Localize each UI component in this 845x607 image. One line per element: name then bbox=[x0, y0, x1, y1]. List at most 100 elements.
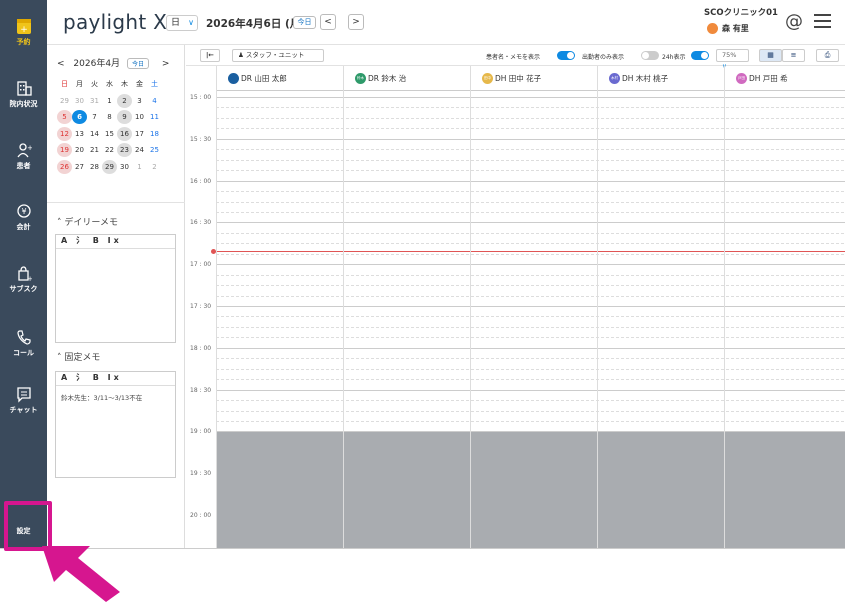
calendar-day[interactable]: 6 bbox=[72, 110, 87, 125]
calendar-day[interactable]: 29 bbox=[57, 94, 72, 108]
staff-unit-button[interactable]: ♟ スタッフ・ユニット bbox=[232, 49, 324, 62]
staff-name: DR 山田 太郎 bbox=[241, 74, 287, 83]
sidebar-item-patients[interactable]: + 患者 bbox=[0, 140, 47, 171]
calendar-day[interactable]: 28 bbox=[87, 160, 102, 174]
memo-toolbar[interactable]: A 氵 B Ix bbox=[56, 372, 175, 386]
calendar-day[interactable]: 7 bbox=[87, 110, 102, 124]
staff-column-header[interactable]: 木村 DH 木村 桃子 bbox=[597, 66, 724, 91]
next-day-button[interactable]: > bbox=[348, 14, 364, 30]
calendar-day[interactable]: 12 bbox=[57, 126, 72, 141]
view-mode-select[interactable]: 日 ∨ bbox=[166, 15, 198, 31]
h24-toggle[interactable] bbox=[691, 51, 709, 60]
calendar-day[interactable]: 17 bbox=[132, 127, 147, 141]
sidebar-item-clinic-status[interactable]: 院内状況 bbox=[0, 78, 47, 109]
calendar-day[interactable]: 3 bbox=[132, 94, 147, 108]
sidebar-item-call[interactable]: コール bbox=[0, 327, 47, 358]
calendar-day[interactable]: 15 bbox=[102, 127, 117, 141]
calendar-day[interactable]: 30 bbox=[117, 160, 132, 174]
today-button[interactable]: 今日 bbox=[293, 16, 316, 29]
sidebar-item-reservation[interactable]: + 予約 bbox=[0, 16, 47, 47]
list-view-button[interactable]: ≡ bbox=[782, 49, 805, 62]
calendar-day[interactable]: 20 bbox=[72, 143, 87, 157]
calendar-day[interactable]: 31 bbox=[87, 94, 102, 108]
cal-next-button[interactable]: > bbox=[162, 59, 170, 69]
time-label: 19 : 30 bbox=[190, 470, 212, 478]
time-label: 19 : 00 bbox=[190, 428, 212, 436]
time-label: 17 : 00 bbox=[190, 261, 212, 269]
mention-icon[interactable]: @ bbox=[785, 11, 803, 32]
calendar-day[interactable]: 22 bbox=[102, 143, 117, 157]
fixed-memo-editor[interactable]: A 氵 B Ix 鈴木先生：3/11〜3/13不在 bbox=[55, 371, 176, 478]
sidebar-item-subscription[interactable]: + サブスク bbox=[0, 263, 47, 294]
calendar-day[interactable]: 2 bbox=[147, 160, 162, 174]
calendar-day[interactable]: 29 bbox=[102, 159, 117, 174]
daily-memo-title-text: デイリーメモ bbox=[64, 218, 119, 228]
staff-column-header[interactable]: 田中 DH 田中 花子 bbox=[470, 66, 597, 91]
sidebar-item-chat[interactable]: チャット bbox=[0, 384, 47, 415]
sidebar-item-accounting[interactable]: ¥ 会計 bbox=[0, 201, 47, 232]
calendar-day[interactable]: 1 bbox=[132, 160, 147, 174]
quarter-line bbox=[216, 274, 845, 276]
calendar-day[interactable]: 30 bbox=[72, 94, 87, 108]
staff-column-header[interactable]: 戸田 DH 戸田 希 bbox=[724, 66, 845, 91]
calendar-day[interactable]: 19 bbox=[57, 143, 72, 158]
staff-avatar: 木村 bbox=[609, 72, 620, 84]
user-name[interactable]: 森 有里 bbox=[722, 23, 749, 34]
time-label: 15 : 00 bbox=[190, 94, 212, 101]
attendees-only-toggle[interactable] bbox=[641, 51, 659, 60]
calendar-day[interactable]: 26 bbox=[57, 159, 72, 174]
hour-line bbox=[216, 306, 845, 307]
calendar-view-button[interactable]: ▦ bbox=[759, 49, 782, 62]
staff-column-header[interactable]: 鈴木 DR 鈴木 治 bbox=[343, 66, 470, 91]
quarter-line bbox=[216, 211, 845, 213]
daily-memo-editor[interactable]: A 氵 B Ix bbox=[55, 234, 176, 343]
calendar-plus-icon: + bbox=[16, 19, 31, 35]
zoom-select[interactable]: 75% ∨ bbox=[716, 49, 749, 70]
calendar-day[interactable]: 4 bbox=[147, 94, 162, 108]
fixed-memo-text[interactable]: 鈴木先生：3/11〜3/13不在 bbox=[56, 386, 175, 408]
print-button[interactable]: ⎙ bbox=[816, 49, 839, 62]
calendar-day[interactable]: 1 bbox=[102, 94, 117, 108]
weekday-label: 水 bbox=[106, 80, 113, 89]
staff-avatar: 鈴木 bbox=[355, 72, 366, 84]
closed-hours-block bbox=[216, 432, 845, 548]
calendar-day[interactable]: 5 bbox=[57, 110, 72, 125]
calendar-day[interactable]: 23 bbox=[117, 143, 132, 158]
calendar-day[interactable]: 24 bbox=[132, 143, 147, 157]
weekday-label: 土 bbox=[151, 80, 158, 89]
calendar-day[interactable]: 21 bbox=[87, 143, 102, 157]
calendar-day[interactable]: 25 bbox=[147, 143, 162, 157]
weekday-label: 月 bbox=[76, 80, 83, 89]
memo-toolbar[interactable]: A 氵 B Ix bbox=[56, 235, 175, 249]
calendar-day[interactable]: 11 bbox=[147, 110, 162, 124]
staff-unit-label: スタッフ・ユニット bbox=[245, 51, 305, 59]
user-add-icon: + bbox=[16, 143, 32, 158]
time-label: 18 : 30 bbox=[190, 386, 212, 394]
patient-memo-toggle[interactable] bbox=[557, 51, 575, 60]
calendar-day[interactable]: 9 bbox=[117, 110, 132, 125]
cal-today-button[interactable]: 今日 bbox=[126, 58, 149, 69]
prev-day-button[interactable]: < bbox=[320, 14, 336, 30]
calendar-day[interactable]: 16 bbox=[117, 126, 132, 141]
hour-line bbox=[216, 264, 845, 266]
calendar-day[interactable]: 27 bbox=[72, 160, 87, 174]
collapse-panel-button[interactable]: |← bbox=[200, 49, 220, 62]
schedule-grid[interactable]: 15 : 00 15 : 30 16 : 00 16 : 30 17 : 00 17 : … bbox=[186, 91, 845, 548]
calendar-day[interactable]: 2 bbox=[117, 93, 132, 108]
staff-name: DH 木村 桃子 bbox=[622, 74, 669, 83]
calendar-day[interactable]: 14 bbox=[87, 127, 102, 141]
hamburger-menu-icon[interactable] bbox=[814, 14, 831, 32]
hour-line bbox=[216, 347, 845, 349]
fixed-memo-title: ˄ 固定メモ bbox=[57, 353, 101, 363]
quarter-line bbox=[216, 285, 845, 287]
staff-column-header[interactable]: DR 山田 太郎 bbox=[216, 66, 343, 91]
calendar-day[interactable]: 18 bbox=[147, 127, 162, 141]
calendar-day[interactable]: 8 bbox=[102, 110, 117, 124]
toggle-label-patient-memo: 患者名・メモを表示 bbox=[486, 54, 541, 61]
calendar-day[interactable]: 10 bbox=[132, 110, 147, 124]
daily-memo-text[interactable] bbox=[56, 249, 175, 261]
calendar-day[interactable]: 13 bbox=[72, 127, 87, 141]
current-time-line bbox=[214, 251, 845, 252]
quarter-line bbox=[216, 358, 845, 360]
cal-prev-button[interactable]: < bbox=[57, 59, 65, 69]
